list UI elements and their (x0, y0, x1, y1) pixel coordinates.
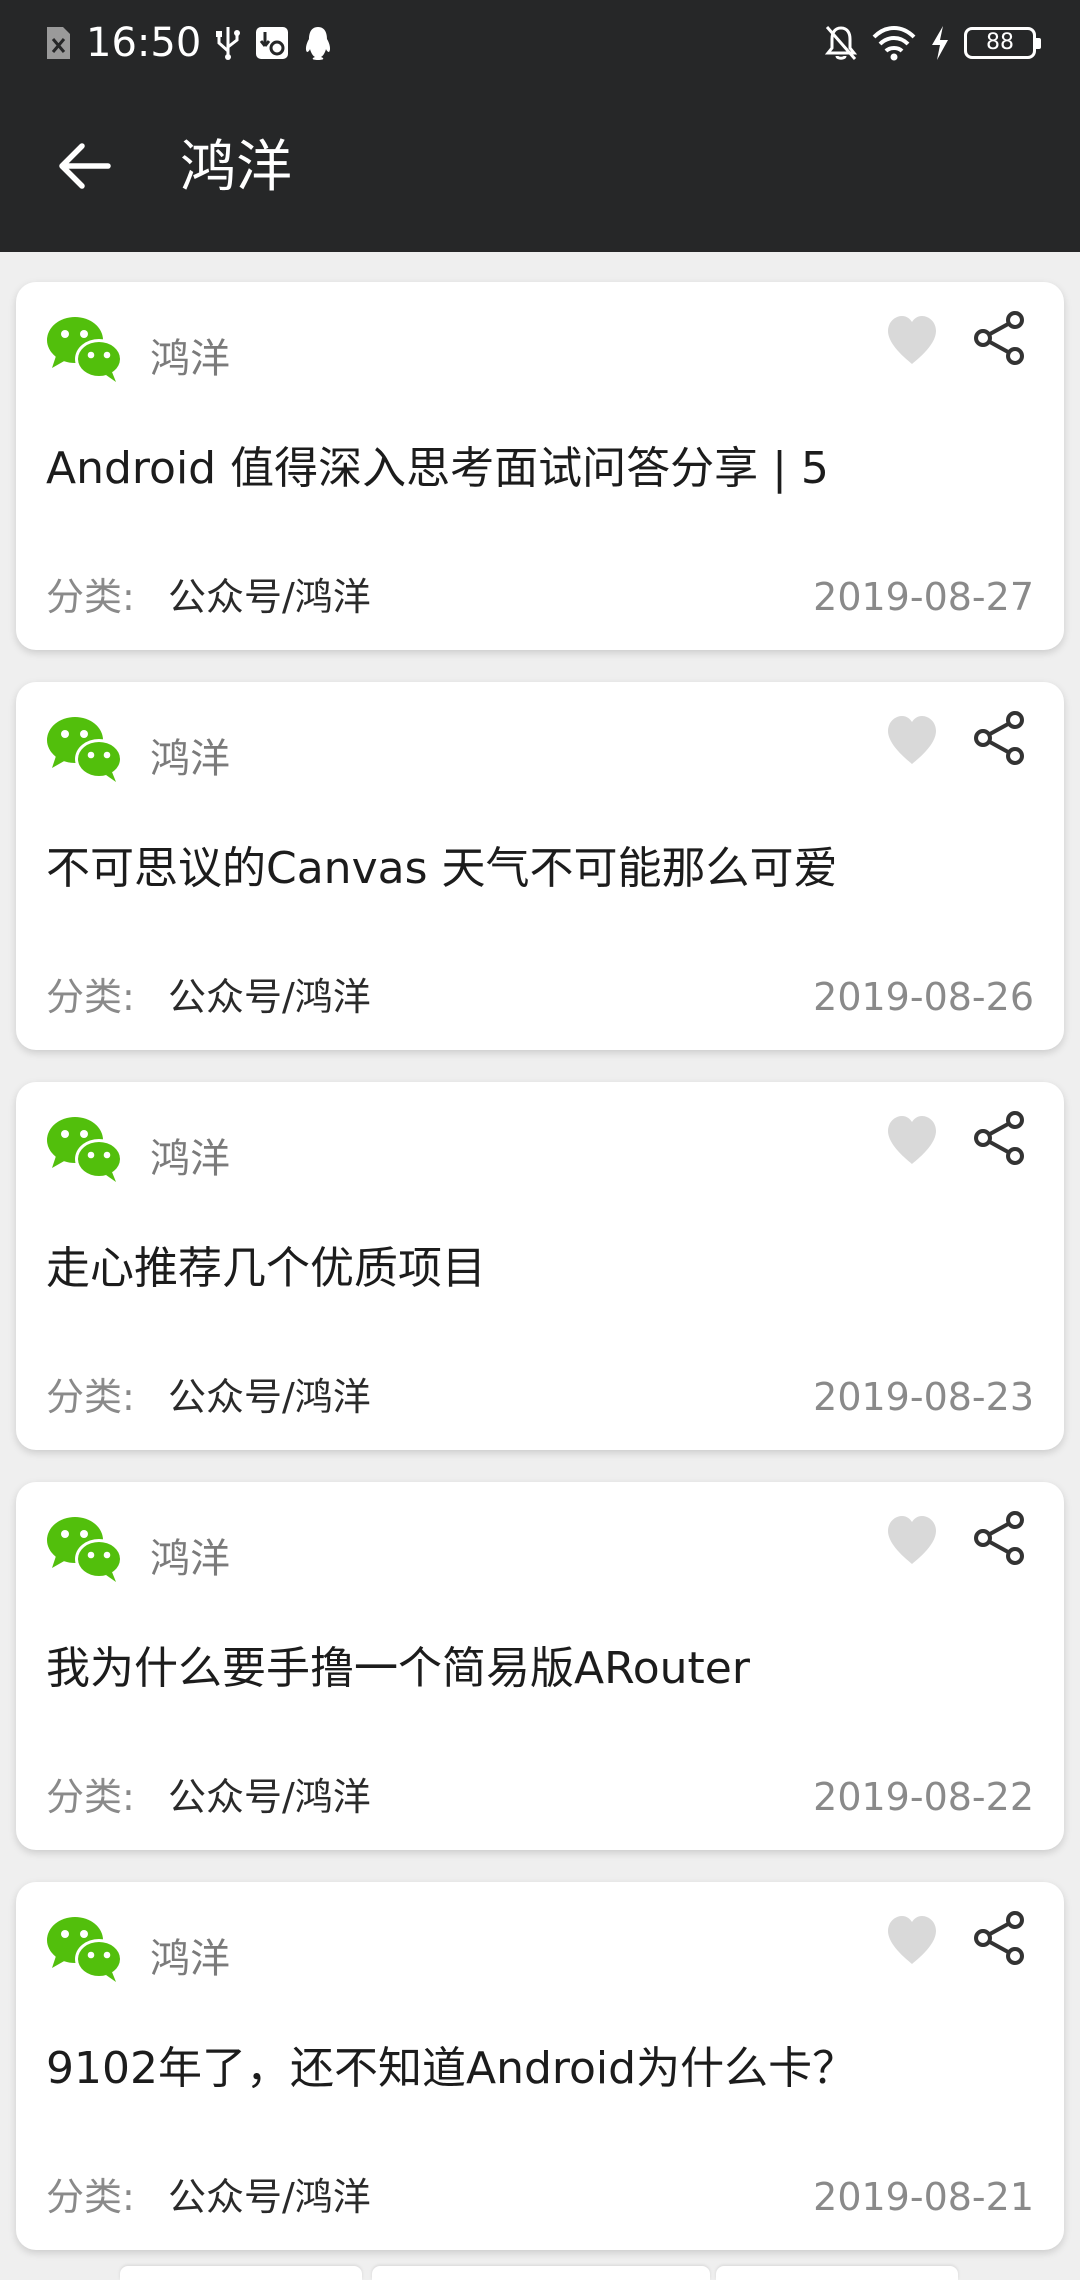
share-icon[interactable] (970, 1908, 1030, 1968)
author-name: 鸿洋 (150, 1936, 230, 1982)
article-title: Android 值得深入思考面试问答分享 | 5 (46, 443, 829, 494)
next-card-edge (716, 2266, 958, 2280)
sim-off-icon (47, 27, 70, 59)
article-card[interactable]: 鸿洋 Android 值得深入思考面试问答分享 | 5 分类: 公众号/鸿洋 2… (16, 282, 1064, 650)
category-link[interactable]: 公众号/鸿洋 (168, 1772, 371, 1822)
article-card[interactable]: 鸿洋 我为什么要手撸一个简易版ARouter 分类: 公众号/鸿洋 2019-0… (16, 1482, 1064, 1850)
heart-icon[interactable] (884, 312, 940, 368)
category-link[interactable]: 公众号/鸿洋 (168, 572, 371, 622)
article-title: 我为什么要手撸一个简易版ARouter (46, 1643, 750, 1694)
category-label: 分类: (46, 575, 135, 619)
wifi-icon (872, 26, 916, 61)
category-label: 分类: (46, 1375, 135, 1419)
arrow-left-icon (59, 143, 111, 189)
share-icon[interactable] (970, 1108, 1030, 1168)
qq-icon (306, 27, 331, 60)
author-name: 鸿洋 (150, 1136, 230, 1182)
share-icon[interactable] (970, 1508, 1030, 1568)
heart-icon[interactable] (884, 712, 940, 768)
usb-debug-icon (256, 27, 289, 59)
wechat-icon (47, 1517, 123, 1582)
article-title: 不可思议的Canvas 天气不可能那么可爱 (46, 843, 838, 894)
publish-date: 2019-08-21 (813, 2175, 1034, 2219)
heart-icon[interactable] (884, 1912, 940, 1968)
category-link[interactable]: 公众号/鸿洋 (168, 2172, 371, 2222)
article-card[interactable]: 鸿洋 9102年了，还不知道Android为什么卡？ 分类: 公众号/鸿洋 20… (16, 1882, 1064, 2250)
page-title: 鸿洋 (180, 135, 292, 200)
publish-date: 2019-08-26 (813, 975, 1034, 1019)
heart-icon[interactable] (884, 1512, 940, 1568)
category-label: 分类: (46, 1775, 135, 1819)
charging-icon (932, 26, 948, 60)
toolbar: 鸿洋 (0, 84, 1080, 252)
next-card-edge (120, 2266, 362, 2280)
wechat-icon (47, 317, 123, 382)
category-link[interactable]: 公众号/鸿洋 (168, 972, 371, 1022)
wechat-icon (47, 717, 123, 782)
battery-icon: 88 (964, 27, 1041, 59)
battery-level: 88 (986, 30, 1014, 55)
heart-icon[interactable] (884, 1112, 940, 1168)
mute-icon (824, 26, 858, 60)
article-title: 9102年了，还不知道Android为什么卡？ (46, 2043, 857, 2094)
status-time: 16:50 (86, 20, 202, 66)
status-bar-right: 88 (824, 18, 1041, 68)
next-card-edge (372, 2266, 710, 2280)
usb-icon (216, 27, 241, 60)
publish-date: 2019-08-23 (813, 1375, 1034, 1419)
status-bar: 16:50 88 (0, 0, 1080, 84)
category-label: 分类: (46, 975, 135, 1019)
category-label: 分类: (46, 2175, 135, 2219)
share-icon[interactable] (970, 308, 1030, 368)
article-card[interactable]: 鸿洋 走心推荐几个优质项目 分类: 公众号/鸿洋 2019-08-23 (16, 1082, 1064, 1450)
back-button[interactable] (44, 126, 124, 206)
wechat-icon (47, 1917, 123, 1982)
article-card[interactable]: 鸿洋 不可思议的Canvas 天气不可能那么可爱 分类: 公众号/鸿洋 2019… (16, 682, 1064, 1050)
author-name: 鸿洋 (150, 336, 230, 382)
wechat-icon (47, 1117, 123, 1182)
publish-date: 2019-08-27 (813, 575, 1034, 619)
status-bar-left: 16:50 (44, 18, 333, 68)
share-icon[interactable] (970, 708, 1030, 768)
article-title: 走心推荐几个优质项目 (46, 1243, 486, 1294)
category-link[interactable]: 公众号/鸿洋 (168, 1372, 371, 1422)
publish-date: 2019-08-22 (813, 1775, 1034, 1819)
author-name: 鸿洋 (150, 1536, 230, 1582)
app-header: 16:50 88 鸿洋 (0, 0, 1080, 252)
author-name: 鸿洋 (150, 736, 230, 782)
next-card-peek (0, 2266, 1080, 2280)
